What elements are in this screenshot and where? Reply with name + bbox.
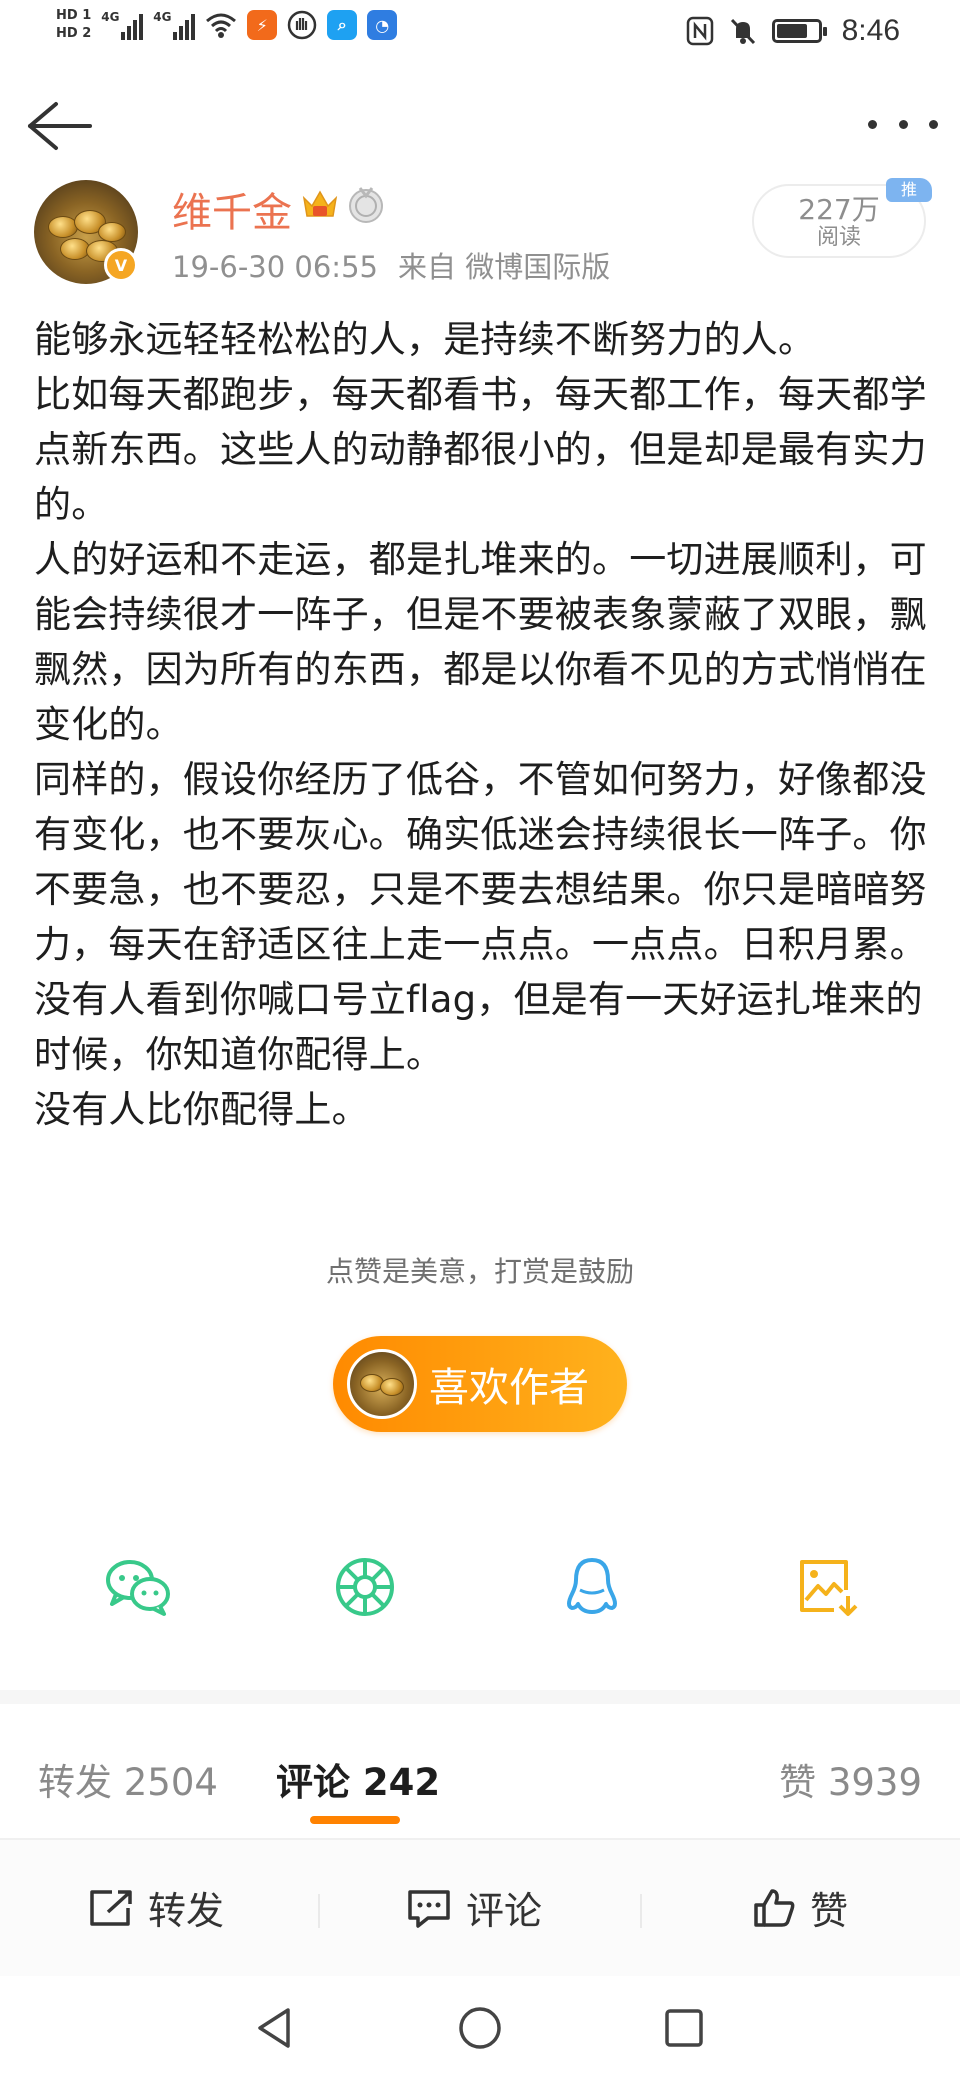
reward-tip: 点赞是美意，打赏是鼓励 <box>325 1255 634 1288</box>
back-arrow-icon <box>28 102 92 150</box>
circle-home-icon <box>459 2007 501 2049</box>
back-button[interactable] <box>24 96 94 156</box>
moments-icon <box>336 1558 394 1616</box>
thumbs-up-icon <box>754 1888 795 1927</box>
app-notification-icon: ⚡ <box>247 10 278 40</box>
like-label: 赞 <box>810 1889 849 1933</box>
like-button[interactable]: 赞 <box>752 1880 848 1935</box>
network-type-label-2: 4G <box>153 10 172 24</box>
system-home-button[interactable] <box>456 2004 504 2052</box>
action-divider <box>640 1894 642 1928</box>
system-back-button[interactable] <box>250 2004 298 2052</box>
hand-icon <box>288 10 317 40</box>
post-paragraph: 没有人看到你喊口号立flag，但是有一天好运扎堆来的时候，你知道你配得上。 <box>34 978 923 1076</box>
post-paragraph: 人的好运和不走运，都是扎堆来的。一切进展顺利，可能会持续很才一阵子，但是不要被表… <box>34 538 927 746</box>
save-image-icon <box>800 1560 858 1616</box>
medal-icon <box>349 187 383 223</box>
network-type-label: 4G <box>101 10 120 24</box>
signal-icon: 4G <box>101 10 144 40</box>
system-recents-button[interactable] <box>660 2004 708 2052</box>
hd2-label: HD 2 <box>56 26 92 41</box>
square-recents-icon <box>665 2009 703 2047</box>
tab-comments[interactable]: 评论 242 <box>276 1752 440 1806</box>
share-wechat-button[interactable] <box>104 1556 172 1618</box>
share-moments-button[interactable] <box>334 1556 402 1618</box>
browser-app-icon: ◔ <box>367 10 398 40</box>
nfc-icon <box>686 16 713 46</box>
more-icon <box>868 119 877 129</box>
triangle-back-icon <box>258 2008 290 2048</box>
post-paragraph: 同样的，假设你经历了低谷，不管如何努力，好像都没有变化，也不要灰心。确实低迷会持… <box>34 758 927 966</box>
hd-indicator: HD 1 HD 2 <box>56 8 91 42</box>
wechat-icon <box>106 1560 170 1616</box>
comment-button[interactable]: 评论 <box>406 1880 542 1935</box>
status-bar: HD 1 HD 2 4G 4G ⚡ ⌕ ◔ 8:46 <box>0 0 960 70</box>
mini-avatar <box>347 1349 417 1419</box>
post-paragraph: 没有人比你配得上。 <box>34 1088 369 1131</box>
battery-icon <box>771 19 827 43</box>
section-divider <box>0 1690 960 1704</box>
crown-icon <box>302 190 338 217</box>
clock: 8:46 <box>841 14 900 47</box>
verified-badge-icon: V <box>104 248 138 282</box>
share-qq-button[interactable] <box>564 1556 632 1618</box>
post-content: 能够永远轻轻松松的人，是持续不断努力的人。 比如每天都跑步，每天都看书，每天都工… <box>34 312 934 1137</box>
repost-label: 转发 <box>148 1889 225 1933</box>
tab-likes[interactable]: 赞 3939 <box>779 1752 922 1806</box>
signal-icon-2: 4G <box>153 10 196 40</box>
post-meta: 19-6-30 06:55 来自 微博国际版 <box>172 244 610 286</box>
author-name[interactable]: 维千金 <box>172 180 292 238</box>
wifi-icon <box>206 13 237 38</box>
mute-icon <box>730 18 755 45</box>
post-source[interactable]: 来自 微博国际版 <box>398 250 610 284</box>
post-paragraph: 比如每天都跑步，每天都看书，每天都工作，每天都学点新东西。这些人的动静都很小的，… <box>34 373 927 526</box>
tab-reposts[interactable]: 转发 2504 <box>38 1752 218 1806</box>
reads-label: 阅读 <box>816 225 861 250</box>
post-date: 19-6-30 06:55 <box>172 250 378 284</box>
repost-icon <box>90 1889 132 1926</box>
hd1-label: HD 1 <box>56 8 92 23</box>
post-paragraph: 能够永远轻轻松松的人，是持续不断努力的人。 <box>34 318 816 361</box>
qq-icon <box>567 1558 617 1614</box>
push-badge[interactable]: 推 <box>886 178 932 202</box>
search-app-icon: ⌕ <box>327 10 358 40</box>
save-image-button[interactable] <box>796 1556 864 1618</box>
repost-button[interactable]: 转发 <box>88 1880 224 1935</box>
comment-label: 评论 <box>466 1889 543 1933</box>
active-tab-indicator <box>310 1816 400 1824</box>
like-author-label: 喜欢作者 <box>429 1365 589 1411</box>
comment-icon <box>408 1889 450 1928</box>
more-button[interactable] <box>868 104 938 144</box>
action-divider <box>318 1894 320 1928</box>
like-author-button[interactable]: 喜欢作者 <box>333 1336 627 1432</box>
